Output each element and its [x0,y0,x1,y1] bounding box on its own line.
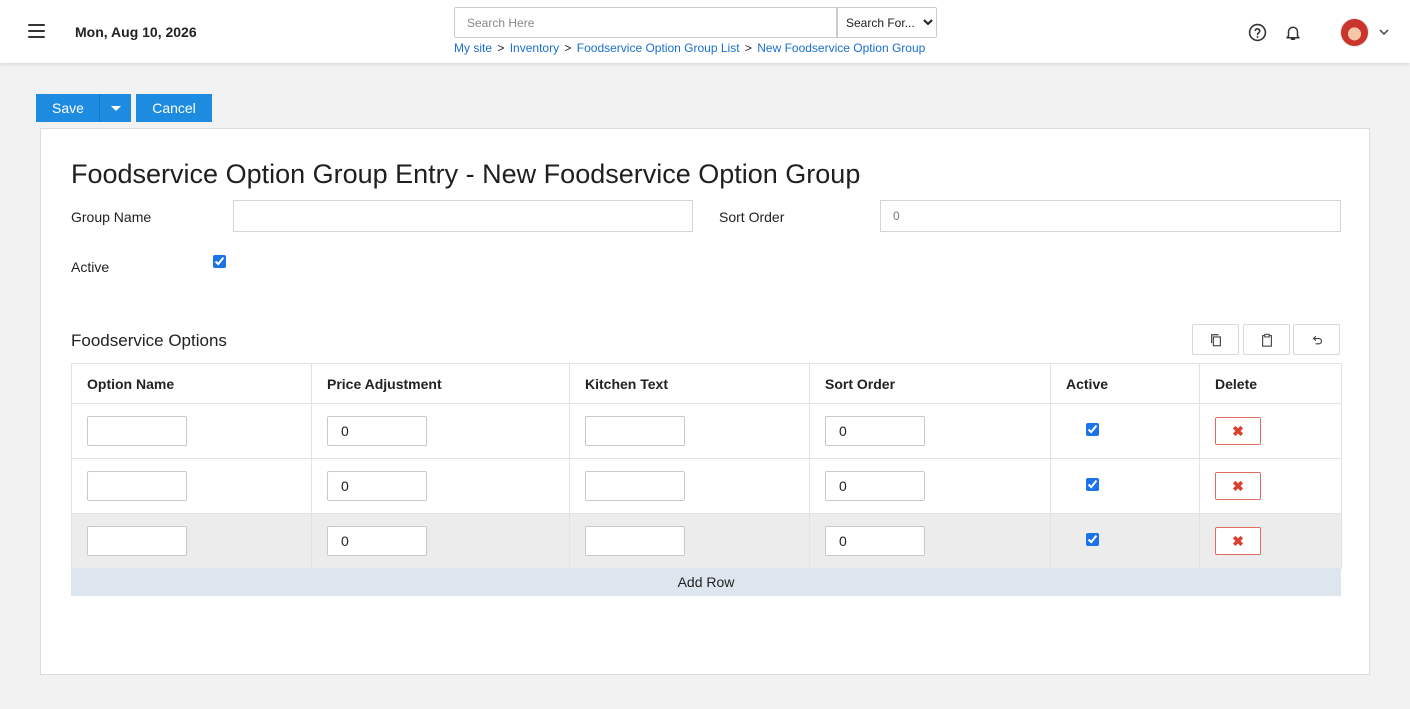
page-title: Foodservice Option Group Entry - New Foo… [71,159,861,189]
save-button[interactable]: Save [36,94,100,122]
avatar[interactable] [1340,18,1369,47]
price-adjustment-input[interactable] [327,471,427,501]
column-header-delete: Delete [1199,363,1342,404]
kitchen-text-input[interactable] [585,526,685,556]
kitchen-text-input[interactable] [585,416,685,446]
column-header-price-adjustment: Price Adjustment [311,363,570,404]
option-name-input[interactable] [87,526,187,556]
undo-button[interactable] [1293,324,1340,355]
sort-order-input[interactable] [880,200,1341,232]
chevron-down-icon[interactable] [1378,26,1390,38]
row-active-checkbox[interactable] [1086,533,1099,546]
row-active-checkbox[interactable] [1086,478,1099,491]
price-adjustment-input[interactable] [327,526,427,556]
delete-row-button[interactable]: ✖ [1215,527,1261,555]
bell-icon[interactable] [1284,23,1302,42]
table-header-row: Option Name Price Adjustment Kitchen Tex… [71,363,1342,404]
breadcrumb-separator: > [497,41,505,55]
options-section-title: Foodservice Options [71,331,227,350]
breadcrumb-new-option-group[interactable]: New Foodservice Option Group [757,41,925,55]
options-table: Option Name Price Adjustment Kitchen Tex… [71,363,1342,569]
column-header-kitchen-text: Kitchen Text [569,363,810,404]
sort-order-label: Sort Order [719,209,785,225]
cancel-button[interactable]: Cancel [136,94,212,122]
group-name-input[interactable] [233,200,693,232]
close-icon: ✖ [1232,422,1244,439]
breadcrumb-separator: > [564,41,572,55]
table-row: ✖ [71,403,1342,459]
table-row: ✖ [71,513,1342,569]
undo-icon [1312,335,1322,344]
active-label: Active [71,259,110,275]
breadcrumb: My site > Inventory > Foodservice Option… [454,41,925,55]
table-row: ✖ [71,458,1342,514]
menu-icon[interactable] [28,24,45,38]
search-input[interactable] [454,7,837,38]
group-name-label: Group Name [71,209,152,225]
row-active-checkbox[interactable] [1086,423,1099,436]
breadcrumb-my-site[interactable]: My site [454,41,492,55]
close-icon: ✖ [1232,477,1244,494]
price-adjustment-input[interactable] [327,416,427,446]
add-row-button[interactable]: Add Row [71,568,1341,596]
copy-icon [1210,333,1221,346]
form-card: Foodservice Option Group Entry - New Foo… [40,128,1370,675]
paste-icon [1261,333,1272,347]
help-icon[interactable] [1248,23,1267,42]
breadcrumb-separator: > [744,41,752,55]
column-header-active: Active [1050,363,1200,404]
delete-row-button[interactable]: ✖ [1215,472,1261,500]
current-date: Mon, Aug 10, 2026 [75,24,197,40]
column-header-sort-order: Sort Order [809,363,1051,404]
option-name-input[interactable] [87,416,187,446]
save-dropdown-button[interactable] [99,94,131,122]
copy-button[interactable] [1192,324,1239,355]
delete-row-button[interactable]: ✖ [1215,417,1261,445]
kitchen-text-input[interactable] [585,471,685,501]
column-header-option-name: Option Name [71,363,312,404]
paste-button[interactable] [1243,324,1290,355]
breadcrumb-option-group-list[interactable]: Foodservice Option Group List [577,41,740,55]
top-bar: Mon, Aug 10, 2026 Search For... My site … [0,0,1410,63]
row-sort-order-input[interactable] [825,526,925,556]
row-sort-order-input[interactable] [825,416,925,446]
active-checkbox[interactable] [213,255,226,268]
row-sort-order-input[interactable] [825,471,925,501]
search-for-select[interactable]: Search For... [837,7,937,38]
option-name-input[interactable] [87,471,187,501]
breadcrumb-inventory[interactable]: Inventory [510,41,559,55]
close-icon: ✖ [1232,532,1244,549]
